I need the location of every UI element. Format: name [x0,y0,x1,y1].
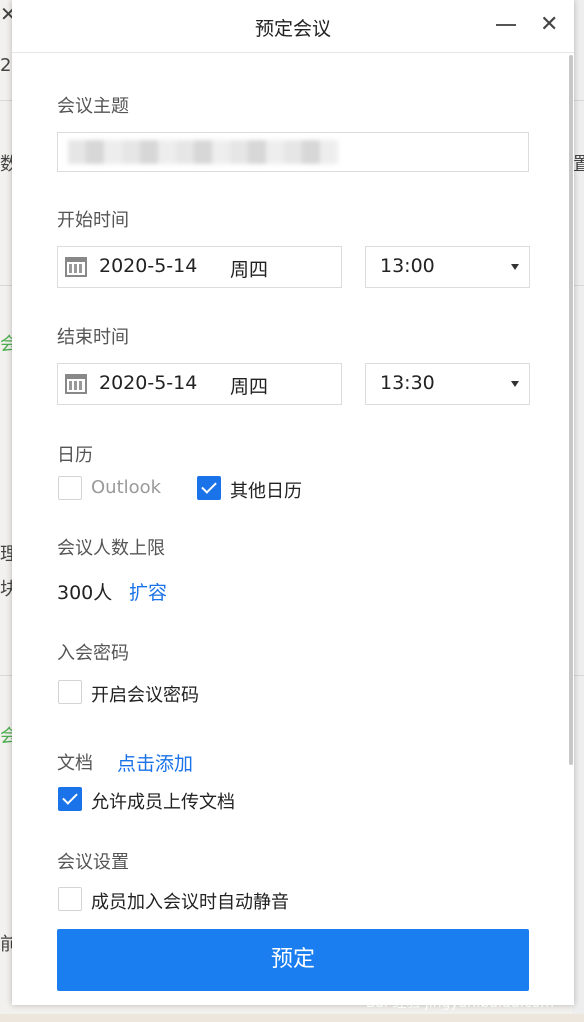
docs-label: 文档 [57,753,93,774]
minimize-icon[interactable] [496,24,516,26]
scrollbar[interactable] [569,55,573,765]
start-date: 2020-5-14 [99,255,198,277]
book-meeting-dialog: 预定会议 ✕ 会议主题 开始时间 2020-5-14 周四 13:00 结束时间… [12,0,574,1005]
end-time-value: 13:30 [380,372,435,394]
calendar-icon [65,374,87,394]
outlook-checkbox[interactable] [58,476,82,500]
start-time-value: 13:00 [380,255,435,277]
capacity-value: 300人 [57,582,113,604]
end-weekday: 周四 [230,376,269,398]
meeting-password-checkbox[interactable] [58,680,82,704]
end-date-picker[interactable]: 2020-5-14 周四 [57,363,342,405]
end-date: 2020-5-14 [99,372,198,394]
allow-upload-label: 允许成员上传文档 [91,792,235,813]
topic-redacted-text [68,140,338,164]
topic-input[interactable] [57,132,529,172]
password-label: 入会密码 [57,643,129,664]
allow-upload-checkbox[interactable] [58,787,82,811]
other-calendar-label: 其他日历 [230,481,302,502]
start-weekday: 周四 [230,259,269,281]
add-docs-link[interactable]: 点击添加 [117,749,193,776]
close-icon[interactable]: ✕ [540,12,558,38]
watermark: Bai 经验 jingyan.baidu.com [365,995,554,1011]
background-fragment: 置 [573,154,584,175]
background-fragment: 2 [0,55,12,76]
dialog-titlebar: 预定会议 ✕ [12,0,574,53]
capacity-label: 会议人数上限 [57,538,165,559]
topic-label: 会议主题 [57,96,129,117]
settings-label: 会议设置 [57,852,129,873]
start-date-picker[interactable]: 2020-5-14 周四 [57,246,342,288]
expand-capacity-link[interactable]: 扩容 [129,578,167,605]
chevron-down-icon [511,381,519,387]
dialog-title: 预定会议 [254,18,331,40]
chevron-down-icon [511,264,519,270]
calendar-label: 日历 [57,445,93,466]
start-time-select[interactable]: 13:00 [365,246,530,288]
auto-mute-label: 成员加入会议时自动静音 [91,892,289,913]
start-time-label: 开始时间 [57,210,129,231]
outlook-label: Outlook [91,477,162,498]
calendar-icon [65,257,87,277]
background-bottom-bar [0,1014,584,1022]
other-calendar-checkbox[interactable] [197,476,221,500]
auto-mute-checkbox[interactable] [58,887,82,911]
book-button[interactable]: 预定 [57,929,529,991]
end-time-label: 结束时间 [57,327,129,348]
meeting-password-label: 开启会议密码 [91,685,199,706]
end-time-select[interactable]: 13:30 [365,363,530,405]
